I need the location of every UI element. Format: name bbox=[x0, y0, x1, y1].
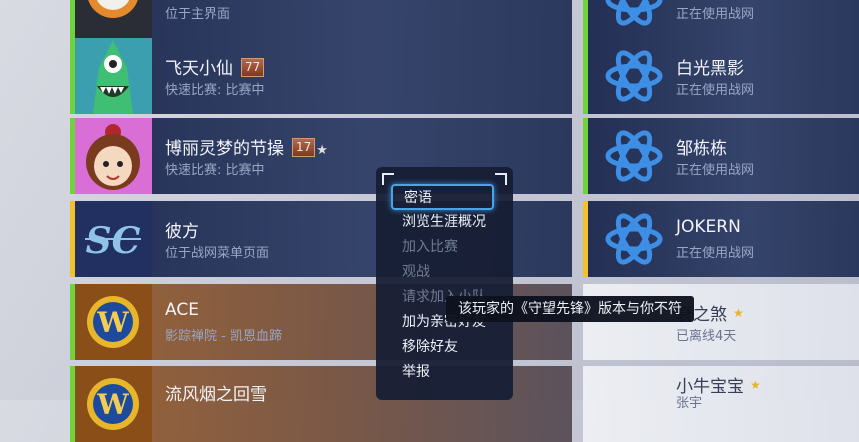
friend-status: 正在使用战网 bbox=[676, 163, 755, 178]
menu-corner bbox=[382, 173, 394, 185]
friend-status: 正在使用战网 bbox=[676, 246, 755, 261]
battlenet-logo-icon bbox=[605, 213, 663, 265]
friend-row[interactable]: 位于主界面 bbox=[70, 0, 572, 38]
battlenet-logo-icon bbox=[605, 0, 663, 26]
friend-name: ACE bbox=[165, 300, 199, 320]
friend-name: 飞天小仙 77 bbox=[165, 54, 265, 79]
avatar bbox=[75, 0, 152, 38]
friend-status: 张宇 bbox=[676, 396, 703, 411]
avatar bbox=[75, 118, 152, 194]
svg-text:W: W bbox=[96, 306, 129, 339]
friend-status: 位于战网菜单页面 bbox=[165, 246, 270, 261]
friend-row[interactable]: 邹栋栋 正在使用战网 bbox=[583, 118, 859, 194]
friend-status: 快速比赛: 比赛中 bbox=[165, 83, 265, 98]
starcraft-logo-icon: SC bbox=[75, 201, 152, 277]
menu-item-whisper[interactable]: 密语 bbox=[391, 184, 494, 210]
star-icon: ★ bbox=[733, 306, 744, 320]
level-badge: 17 bbox=[292, 138, 316, 157]
menu-item-join-game[interactable]: 加入比赛 bbox=[402, 236, 458, 256]
friend-row[interactable]: 飞天小仙 77 快速比赛: 比赛中 bbox=[70, 38, 572, 114]
warcraft-logo-icon: W bbox=[75, 284, 152, 360]
context-menu: 密语 浏览生涯概况 加入比赛 观战 请求加入小队 加为亲密好友 移除好友 举报 bbox=[376, 167, 513, 400]
friend-row[interactable]: 白光黑影 正在使用战网 bbox=[583, 38, 859, 114]
friend-status: 影踪禅院 - 凯恩血蹄 bbox=[165, 329, 282, 344]
friend-name: 彼方 bbox=[165, 222, 199, 242]
svg-text:SC: SC bbox=[86, 220, 141, 262]
friend-status: 快速比赛: 比赛中 bbox=[165, 163, 265, 178]
svg-text:W: W bbox=[96, 388, 129, 421]
friend-row[interactable]: JOKERN 正在使用战网 bbox=[583, 201, 859, 277]
menu-corner bbox=[495, 173, 507, 185]
friend-name: 邹栋栋 bbox=[676, 139, 727, 159]
menu-item-view-career[interactable]: 浏览生涯概况 bbox=[402, 211, 486, 231]
friend-status: 正在使用战网 bbox=[676, 83, 755, 98]
warcraft-logo-icon: W bbox=[75, 366, 152, 442]
level-badge: 77 bbox=[241, 58, 265, 77]
friend-row[interactable]: 小牛宝宝 ★ 张宇 bbox=[583, 366, 859, 442]
battlenet-logo-icon bbox=[605, 50, 663, 102]
friend-status: 位于主界面 bbox=[165, 7, 231, 22]
friend-name: JOKERN bbox=[676, 217, 741, 237]
menu-item-report[interactable]: 举报 bbox=[402, 361, 430, 381]
friend-status: 已离线4天 bbox=[676, 329, 737, 344]
battlenet-logo-icon bbox=[605, 130, 663, 182]
friend-name: 博丽灵梦的节操 17 ★ bbox=[165, 138, 328, 159]
version-mismatch-tooltip: 该玩家的《守望先锋》版本与你不符 bbox=[446, 296, 694, 322]
friend-row[interactable]: 正在使用战网 bbox=[583, 0, 859, 38]
star-icon: ★ bbox=[316, 143, 328, 158]
menu-item-remove-friend[interactable]: 移除好友 bbox=[402, 336, 458, 356]
friend-name: 白光黑影 bbox=[676, 59, 744, 79]
avatar bbox=[75, 38, 152, 114]
star-icon: ★ bbox=[750, 378, 761, 392]
friend-name: 流风烟之回雪 bbox=[165, 385, 267, 405]
friend-status: 正在使用战网 bbox=[676, 7, 755, 22]
menu-item-spectate[interactable]: 观战 bbox=[402, 261, 430, 281]
